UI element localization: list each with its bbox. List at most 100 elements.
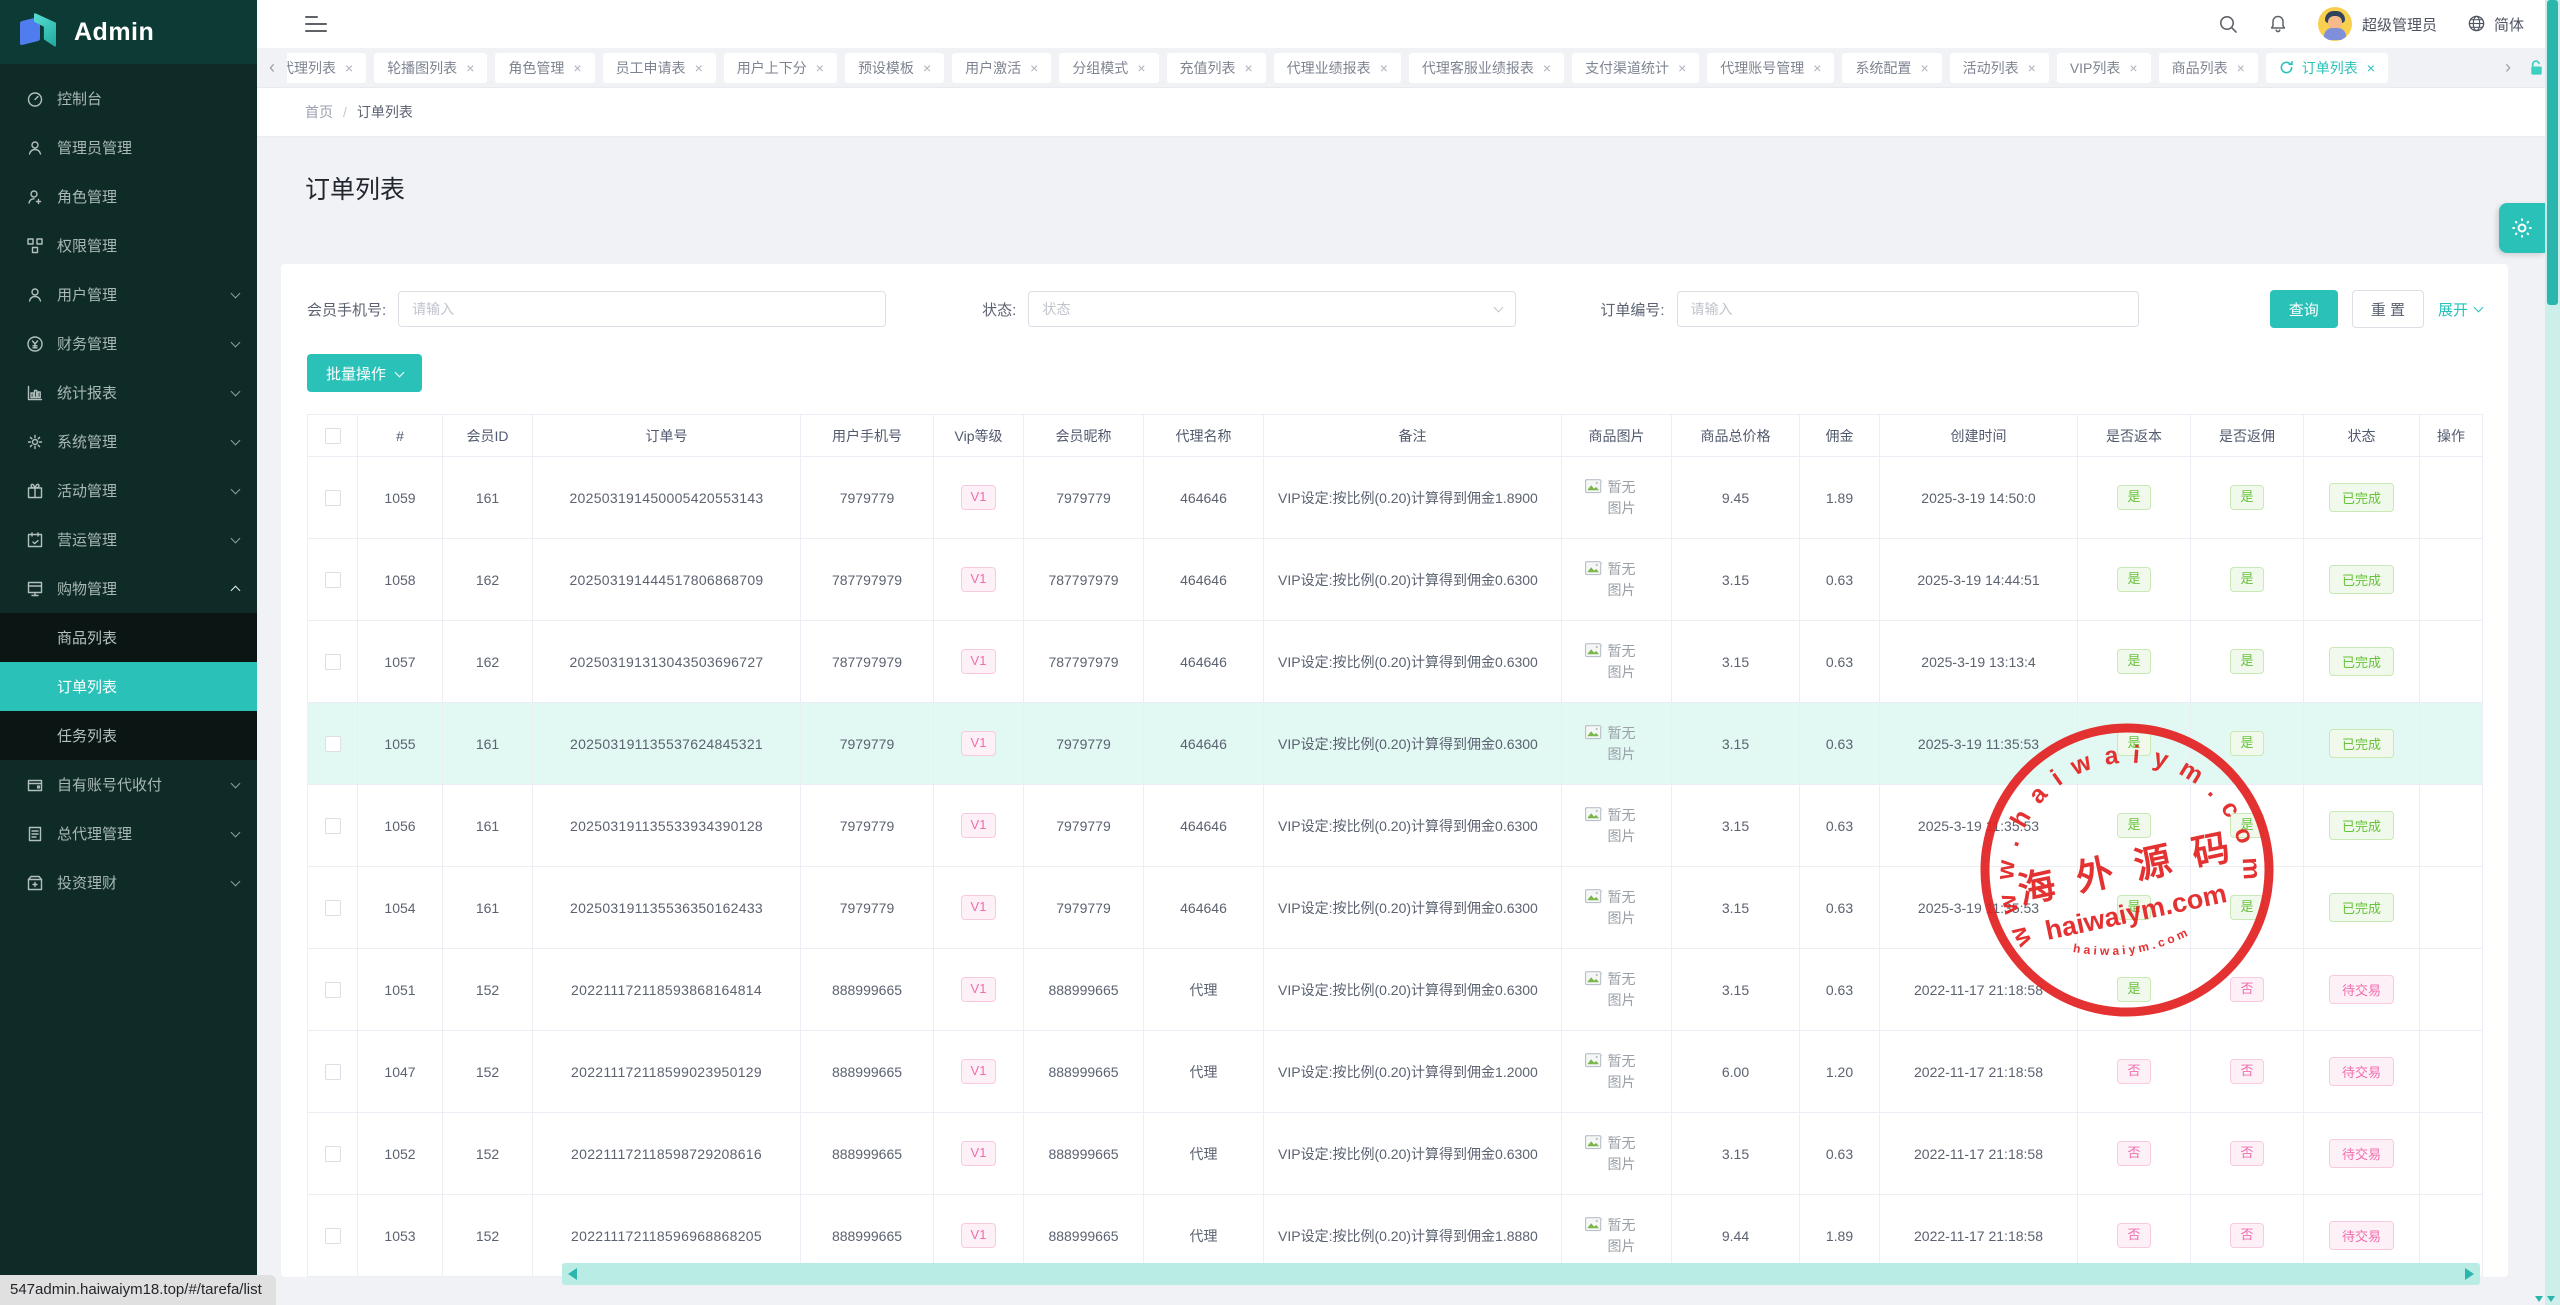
notification-bell-icon[interactable] xyxy=(2268,14,2288,34)
sidebar-item-11[interactable]: 自有账号代收付 xyxy=(0,760,257,809)
chevron-down-icon xyxy=(231,484,241,494)
close-icon[interactable]: × xyxy=(923,60,931,76)
no-image-text: 暂无图片 xyxy=(1608,805,1649,847)
close-icon[interactable]: × xyxy=(1813,60,1821,76)
scroll-down-arrow-icon[interactable] xyxy=(2547,1296,2555,1302)
tab-VIP列表[interactable]: VIP列表× xyxy=(2057,53,2151,83)
cell-checkbox xyxy=(308,539,358,621)
select-all-checkbox[interactable] xyxy=(325,428,341,444)
row-checkbox[interactable] xyxy=(325,1064,341,1080)
tab-充值列表[interactable]: 充值列表× xyxy=(1167,53,1266,83)
close-icon[interactable]: × xyxy=(345,60,353,76)
close-icon[interactable]: × xyxy=(1543,60,1551,76)
close-icon[interactable]: × xyxy=(573,60,581,76)
tabs-scroll-right-icon[interactable]: › xyxy=(2501,57,2515,78)
tab-活动列表[interactable]: 活动列表× xyxy=(1950,53,2049,83)
status-badge: 待交易 xyxy=(2329,1221,2394,1250)
tabs-scroll-left-icon[interactable]: ‹ xyxy=(265,57,279,78)
vertical-scrollbar-thumb[interactable] xyxy=(2547,0,2558,305)
close-icon[interactable]: × xyxy=(1380,60,1388,76)
row-checkbox[interactable] xyxy=(325,654,341,670)
row-checkbox[interactable] xyxy=(325,490,341,506)
sidebar-item-6[interactable]: 统计报表 xyxy=(0,368,257,417)
close-icon[interactable]: × xyxy=(2367,60,2375,76)
sidebar-item-9[interactable]: 营运管理 xyxy=(0,515,257,564)
sidebar-item-13[interactable]: 投资理财 xyxy=(0,858,257,907)
sidebar-item-5[interactable]: 财务管理 xyxy=(0,319,257,368)
permission-icon xyxy=(26,237,44,255)
batch-operation-button[interactable]: 批量操作 xyxy=(307,354,422,392)
search-icon[interactable] xyxy=(2218,14,2238,34)
tab-员工申请表[interactable]: 员工申请表× xyxy=(603,53,716,83)
tab-用户上下分[interactable]: 用户上下分× xyxy=(724,53,837,83)
close-icon[interactable]: × xyxy=(1137,60,1145,76)
sidebar-subitem[interactable]: 任务列表 xyxy=(0,711,257,760)
tab-用户激活[interactable]: 用户激活× xyxy=(952,53,1051,83)
tab-分组模式[interactable]: 分组模式× xyxy=(1059,53,1158,83)
cell-order-no: 202503191313043503696727 xyxy=(533,621,801,703)
close-icon[interactable]: × xyxy=(1920,60,1928,76)
sidebar-subitem[interactable]: 订单列表 xyxy=(0,662,257,711)
sidebar-item-0[interactable]: 控制台 xyxy=(0,74,257,123)
language-switcher[interactable]: 简体 xyxy=(2467,14,2524,35)
tab-支付渠道统计[interactable]: 支付渠道统计× xyxy=(1572,53,1699,83)
reset-button[interactable]: 重 置 xyxy=(2352,290,2424,328)
close-icon[interactable]: × xyxy=(466,60,474,76)
phone-filter-input[interactable] xyxy=(398,291,886,327)
tab-总代理列表[interactable]: 总代理列表× xyxy=(287,53,366,83)
logo[interactable]: Admin xyxy=(0,0,257,64)
sidebar-item-2[interactable]: 角色管理 xyxy=(0,172,257,221)
close-icon[interactable]: × xyxy=(2237,60,2245,76)
close-icon[interactable]: × xyxy=(695,60,703,76)
settings-gear-button[interactable] xyxy=(2499,203,2545,253)
search-button[interactable]: 查询 xyxy=(2270,290,2338,328)
row-checkbox[interactable] xyxy=(325,900,341,916)
sidebar-item-4[interactable]: 用户管理 xyxy=(0,270,257,319)
sidebar-item-12[interactable]: 总代理管理 xyxy=(0,809,257,858)
lock-screen-icon[interactable] xyxy=(2527,58,2546,77)
row-checkbox[interactable] xyxy=(325,982,341,998)
sidebar-item-3[interactable]: 权限管理 xyxy=(0,221,257,270)
no-image-text: 暂无图片 xyxy=(1608,969,1649,1011)
close-icon[interactable]: × xyxy=(1030,60,1038,76)
row-checkbox[interactable] xyxy=(325,1228,341,1244)
cell-phone: 7979779 xyxy=(801,457,934,539)
tab-预设模板[interactable]: 预设模板× xyxy=(845,53,944,83)
horizontal-scrollbar[interactable] xyxy=(562,1263,2480,1285)
row-checkbox[interactable] xyxy=(325,572,341,588)
close-icon[interactable]: × xyxy=(1678,60,1686,76)
tab-商品列表[interactable]: 商品列表× xyxy=(2159,53,2258,83)
cell-nickname: 7979779 xyxy=(1024,785,1144,867)
tab-系统配置[interactable]: 系统配置× xyxy=(1842,53,1941,83)
vertical-scrollbar[interactable] xyxy=(2545,0,2560,1305)
tab-代理账号管理[interactable]: 代理账号管理× xyxy=(1707,53,1834,83)
close-icon[interactable]: × xyxy=(2028,60,2036,76)
tab-角色管理[interactable]: 角色管理× xyxy=(495,53,594,83)
sidebar-item-8[interactable]: 活动管理 xyxy=(0,466,257,515)
user-menu[interactable]: 超级管理员 xyxy=(2318,7,2437,41)
scroll-down-arrow-icon[interactable] xyxy=(2535,1296,2543,1302)
order-filter-input[interactable] xyxy=(1677,291,2139,327)
row-checkbox[interactable] xyxy=(325,736,341,752)
tab-轮播图列表[interactable]: 轮播图列表× xyxy=(374,53,487,83)
row-checkbox[interactable] xyxy=(325,1146,341,1162)
close-icon[interactable]: × xyxy=(2129,60,2137,76)
breadcrumb-home[interactable]: 首页 xyxy=(305,102,333,122)
status-filter-select[interactable]: 状态 xyxy=(1028,291,1516,327)
row-checkbox[interactable] xyxy=(325,818,341,834)
refresh-icon[interactable] xyxy=(2279,60,2294,75)
expand-link[interactable]: 展开 xyxy=(2438,299,2482,320)
tab-代理业绩报表[interactable]: 代理业绩报表× xyxy=(1274,53,1401,83)
sidebar-item-10[interactable]: 购物管理 xyxy=(0,564,257,613)
sidebar-item-1[interactable]: 管理员管理 xyxy=(0,123,257,172)
sidebar-item-7[interactable]: 系统管理 xyxy=(0,417,257,466)
tab-代理客服业绩报表[interactable]: 代理客服业绩报表× xyxy=(1409,53,1564,83)
scroll-right-arrow-icon[interactable] xyxy=(2465,1268,2474,1280)
tab-订单列表[interactable]: 订单列表× xyxy=(2266,53,2388,83)
collapse-menu-icon[interactable] xyxy=(305,16,327,32)
close-icon[interactable]: × xyxy=(1245,60,1253,76)
cell-member-id: 161 xyxy=(443,867,533,949)
close-icon[interactable]: × xyxy=(816,60,824,76)
scroll-left-arrow-icon[interactable] xyxy=(568,1268,577,1280)
sidebar-subitem[interactable]: 商品列表 xyxy=(0,613,257,662)
